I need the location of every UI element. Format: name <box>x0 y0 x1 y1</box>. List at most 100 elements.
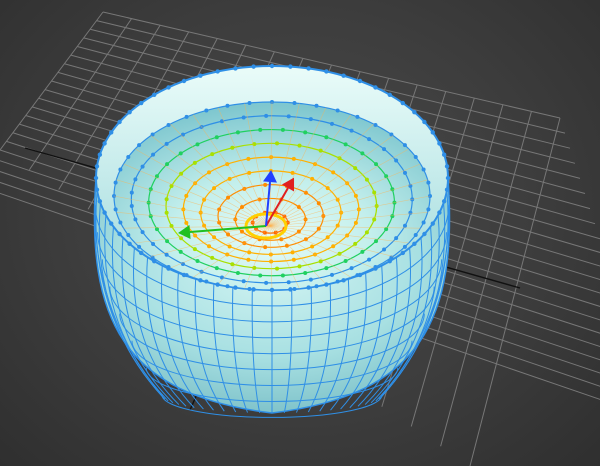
vertex-dot[interactable] <box>349 128 354 133</box>
vertex-dot[interactable] <box>341 73 346 78</box>
vertex-dot[interactable] <box>292 100 297 105</box>
vertex-dot[interactable] <box>402 223 407 228</box>
vertex-dot[interactable] <box>413 154 418 159</box>
vertex-dot[interactable] <box>402 170 407 175</box>
vertex-dot[interactable] <box>198 278 203 283</box>
vertex-dot[interactable] <box>284 243 289 248</box>
vertex-dot[interactable] <box>310 176 315 181</box>
vertex-dot[interactable] <box>247 170 252 175</box>
vertex-dot[interactable] <box>349 266 354 271</box>
vertex-dot[interactable] <box>390 214 395 219</box>
vertex-dot[interactable] <box>97 152 103 157</box>
vertex-dot[interactable] <box>230 145 235 150</box>
viewport-scene[interactable] <box>0 0 600 466</box>
vertex-dot[interactable] <box>127 109 132 115</box>
vertex-dot[interactable] <box>109 221 114 226</box>
vertex-dot[interactable] <box>430 130 435 135</box>
vertex-dot[interactable] <box>324 266 329 271</box>
vertex-dot[interactable] <box>247 287 252 292</box>
vertex-dot[interactable] <box>357 78 363 84</box>
vertex-dot[interactable] <box>308 117 313 122</box>
vertex-dot[interactable] <box>204 279 209 284</box>
vertex-dot[interactable] <box>331 244 336 249</box>
vertex-dot[interactable] <box>412 241 417 247</box>
vertex-dot[interactable] <box>316 226 321 231</box>
vertex-dot[interactable] <box>97 199 103 204</box>
vertex-dot[interactable] <box>413 233 418 238</box>
vertex-dot[interactable] <box>152 92 157 97</box>
vertex-dot[interactable] <box>337 156 342 161</box>
vertex-dot[interactable] <box>235 130 240 135</box>
vertex-dot[interactable] <box>139 100 144 106</box>
vertex-dot[interactable] <box>360 151 365 156</box>
vertex-dot[interactable] <box>117 119 122 125</box>
vertex-dot[interactable] <box>297 264 302 269</box>
vertex-dot[interactable] <box>137 143 142 148</box>
vertex-dot[interactable] <box>166 122 171 127</box>
vertex-dot[interactable] <box>306 66 311 71</box>
vertex-dot[interactable] <box>118 167 123 172</box>
vertex-dot[interactable] <box>343 142 348 147</box>
vertex-dot[interactable] <box>165 162 170 167</box>
vertex-dot[interactable] <box>269 63 275 69</box>
vertex-dot[interactable] <box>178 151 183 156</box>
vertex-dot[interactable] <box>215 69 220 74</box>
vertex-dot[interactable] <box>374 162 379 167</box>
vertex-dot[interactable] <box>280 273 285 278</box>
vertex-dot[interactable] <box>394 158 399 163</box>
vertex-dot[interactable] <box>314 284 319 289</box>
vertex-dot[interactable] <box>137 244 142 249</box>
vertex-dot[interactable] <box>306 285 311 290</box>
vertex-dot[interactable] <box>316 201 321 206</box>
vertex-dot[interactable] <box>303 190 308 195</box>
vertex-dot[interactable] <box>335 279 340 284</box>
vertex-dot[interactable] <box>133 217 138 222</box>
vertex-dot[interactable] <box>127 241 132 247</box>
vertex-dot[interactable] <box>269 287 275 293</box>
vertex-dot[interactable] <box>225 103 230 108</box>
vertex-dot[interactable] <box>226 232 231 237</box>
vertex-dot[interactable] <box>225 284 230 289</box>
vertex-dot[interactable] <box>251 287 256 292</box>
vertex-dot[interactable] <box>140 230 145 235</box>
vertex-dot[interactable] <box>430 221 435 226</box>
vertex-dot[interactable] <box>126 154 131 159</box>
vertex-dot[interactable] <box>263 245 268 250</box>
vertex-dot[interactable] <box>372 217 377 222</box>
vertex-dot[interactable] <box>113 207 118 212</box>
vertex-dot[interactable] <box>148 214 153 219</box>
vertex-dot[interactable] <box>227 176 232 181</box>
vertex-dot[interactable] <box>325 186 330 191</box>
vertex-dot[interactable] <box>207 170 212 175</box>
vertex-dot[interactable] <box>291 257 296 262</box>
vertex-dot[interactable] <box>412 109 417 115</box>
vertex-dot[interactable] <box>247 100 252 105</box>
vertex-dot[interactable] <box>353 193 358 198</box>
vertex-dot[interactable] <box>166 85 171 90</box>
vertex-dot[interactable] <box>373 122 378 127</box>
vertex-dot[interactable] <box>421 167 426 172</box>
vertex-dot[interactable] <box>226 195 231 200</box>
vertex-dot[interactable] <box>241 279 246 284</box>
vertex-dot[interactable] <box>195 142 200 147</box>
vertex-dot[interactable] <box>258 127 263 132</box>
vertex-dot[interactable] <box>117 231 122 237</box>
vertex-dot[interactable] <box>198 73 203 78</box>
vertex-dot[interactable] <box>318 148 323 153</box>
vertex-dot[interactable] <box>400 100 405 106</box>
vertex-dot[interactable] <box>204 108 209 113</box>
vertex-dot[interactable] <box>444 164 450 169</box>
vertex-dot[interactable] <box>400 250 405 256</box>
vertex-dot[interactable] <box>275 266 280 271</box>
vertex-dot[interactable] <box>227 244 232 249</box>
vertex-dot[interactable] <box>151 152 156 157</box>
vertex-dot[interactable] <box>325 235 330 240</box>
vertex-dot[interactable] <box>303 270 308 275</box>
vertex-dot[interactable] <box>181 78 187 84</box>
vertex-dot[interactable] <box>241 115 246 120</box>
vertex-dot[interactable] <box>118 220 123 225</box>
vertex-dot[interactable] <box>367 257 372 262</box>
vertex-dot[interactable] <box>373 85 378 90</box>
vertex-dot[interactable] <box>335 108 340 113</box>
vertex-dot[interactable] <box>422 231 427 237</box>
